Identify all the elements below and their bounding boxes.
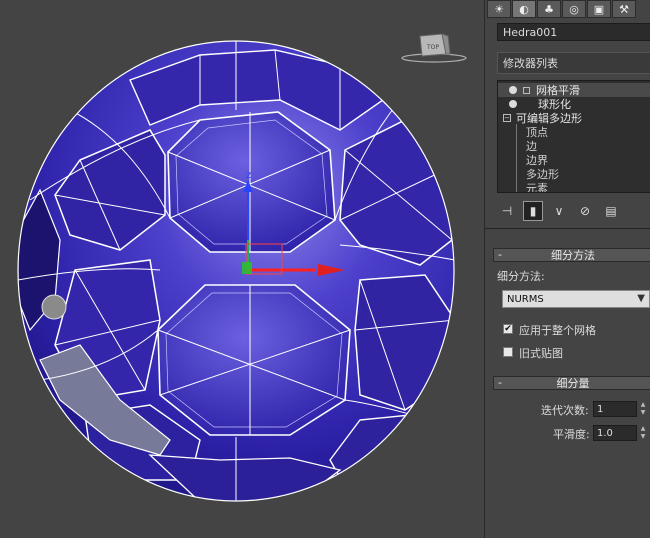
rollout-subdivision-amount[interactable]: - 细分量 [493,376,650,390]
stack-toolbar: ⊣ ▮ ∨ ⊘ ▤ [497,200,650,222]
apply-whole-mesh-label: 应用于整个网格 [519,324,596,337]
configure-sets-icon[interactable]: ▤ [601,201,621,221]
view-cube[interactable]: TOP [400,28,468,64]
rollout-title: 细分方法 [551,249,595,262]
subobject-edge[interactable]: 边 [498,139,650,153]
subobject-vertex[interactable]: 顶点 [498,125,650,139]
rollout-title: 细分量 [556,377,590,390]
collapse-icon: - [498,248,502,261]
smoothness-spinner[interactable]: 1.0 [593,425,637,441]
show-end-result-icon[interactable]: ▮ [523,201,543,221]
subobject-element[interactable]: 元素 [498,181,650,193]
remove-modifier-icon[interactable]: ⊘ [575,201,595,221]
display-icon[interactable]: ▣ [587,0,611,18]
soccer-ball-mesh[interactable] [17,40,455,502]
spinner-arrows-icon[interactable]: ▲ ▼ [639,401,647,417]
subdivision-method-label: 细分方法: [497,270,545,283]
stack-item-meshsmooth[interactable]: 网格平滑 [498,83,650,97]
pin-stack-icon[interactable]: ⊣ [497,201,517,221]
viewport-canvas[interactable]: z [0,0,484,538]
modify-icon[interactable]: ◐ [512,0,536,18]
perspective-viewport[interactable]: z TOP [0,0,484,538]
dropdown-value: NURMS [507,293,544,305]
lightbulb-icon[interactable] [509,86,517,94]
collapse-icon: - [498,376,502,389]
spinner-arrows-icon[interactable]: ▲ ▼ [639,425,647,441]
chevron-down-icon: ▼ [637,293,645,304]
object-name-field[interactable]: Hedra001 [497,23,650,41]
apply-whole-mesh-checkbox[interactable]: ✔ [503,324,513,334]
create-icon[interactable]: ☀ [487,0,511,18]
expand-box-icon[interactable] [523,86,530,94]
modifier-list-dropdown[interactable]: 修改器列表 [497,52,650,74]
stack-item-spherify[interactable]: 球形化 [498,97,650,111]
subobject-polygon[interactable]: 多边形 [498,167,650,181]
rollout-subdivision-method[interactable]: - 细分方法 [493,248,650,262]
motion-icon[interactable]: ◎ [562,0,586,18]
collapse-icon[interactable]: − [503,114,511,122]
hierarchy-icon[interactable]: ♣ [537,0,561,18]
old-style-mapping-label: 旧式贴图 [519,347,563,360]
old-style-mapping-checkbox[interactable] [503,347,513,357]
iterations-spinner[interactable]: 1 [593,401,637,417]
command-panel: ☀ ◐ ♣ ◎ ▣ ⚒ Hedra001 修改器列表 网格平滑 球形化 − 可编… [484,0,650,538]
subobject-border[interactable]: 边界 [498,153,650,167]
iterations-label: 迭代次数: [541,404,589,417]
command-panel-tabs: ☀ ◐ ♣ ◎ ▣ ⚒ [487,0,650,18]
subobject-label: 元素 [526,182,548,193]
divider [485,228,650,229]
modifier-stack[interactable]: 网格平滑 球形化 − 可编辑多边形 顶点 边 边界 多边形 元素 [497,80,650,193]
make-unique-icon[interactable]: ∨ [549,201,569,221]
stack-item-editable-poly[interactable]: − 可编辑多边形 [498,111,650,125]
smoothness-label: 平滑度: [553,428,590,441]
subdivision-method-dropdown[interactable]: NURMS ▼ [502,290,650,308]
svg-text:TOP: TOP [426,44,439,51]
lightbulb-icon[interactable] [509,100,517,108]
utilities-icon[interactable]: ⚒ [612,0,636,18]
svg-text:z: z [246,170,251,181]
